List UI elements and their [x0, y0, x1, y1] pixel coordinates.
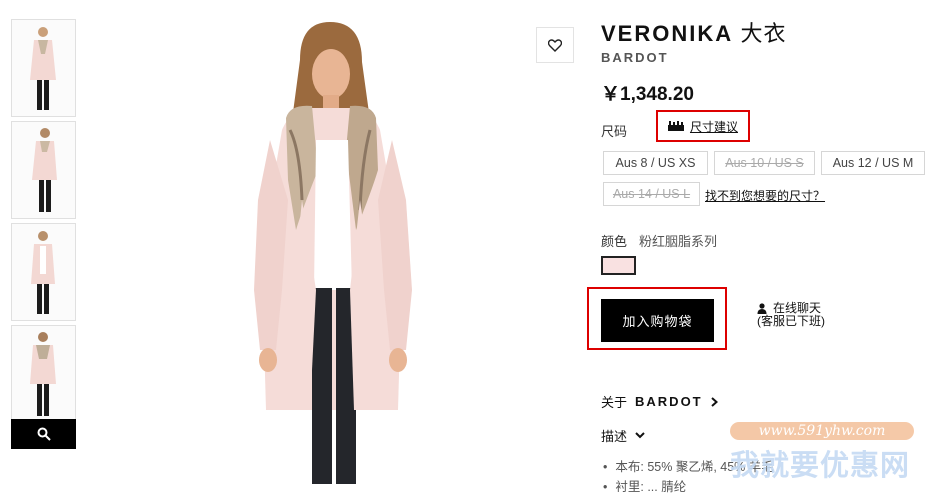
- watermark-url: www.591yhw.com: [730, 422, 914, 440]
- thumbnail-2[interactable]: [11, 121, 76, 219]
- find-size-link[interactable]: 找不到您想要的尺寸？: [705, 187, 825, 204]
- search-icon: [37, 427, 51, 441]
- chevron-right-icon: [710, 396, 718, 407]
- ruler-icon: [667, 121, 684, 131]
- about-brand-link[interactable]: 关于 BARDOT: [601, 392, 718, 411]
- thumbnail-4[interactable]: [11, 325, 76, 423]
- about-prefix: 关于: [601, 395, 628, 410]
- size-guide-label: 尺寸建议: [689, 119, 738, 134]
- size-option-aus10[interactable]: Aus 10 / US S: [714, 151, 815, 175]
- description-label: 描述: [601, 429, 628, 444]
- product-title-cn: 大衣: [740, 21, 787, 46]
- thumbnail-model-image: [12, 20, 75, 116]
- product-price: ￥1,348.20: [601, 84, 694, 105]
- size-option-aus14[interactable]: Aus 14 / US L: [603, 182, 700, 206]
- description-bullet-2: 衬里: ... 腈纶: [603, 476, 686, 495]
- about-brand: BARDOT: [635, 394, 703, 409]
- thumbnail-1[interactable]: [11, 19, 76, 117]
- main-product-image: [230, 0, 460, 484]
- product-brand[interactable]: BARDOT: [601, 50, 669, 65]
- add-to-bag-button[interactable]: 加入购物袋: [601, 299, 714, 342]
- thumbnail-3[interactable]: [11, 223, 76, 321]
- wishlist-button[interactable]: [536, 27, 574, 63]
- color-row: 颜色 粉红胭脂系列: [601, 231, 717, 250]
- thumbnail-model-image: [12, 122, 75, 218]
- color-value: 粉红胭脂系列: [639, 234, 718, 249]
- heart-icon: [548, 38, 562, 52]
- user-icon: [757, 303, 767, 314]
- color-label: 颜色: [601, 234, 628, 249]
- size-label: 尺码: [601, 124, 628, 139]
- chevron-down-icon: [635, 432, 645, 439]
- live-chat-link[interactable]: 在线聊天 (客服已下班): [757, 302, 825, 328]
- product-title: VERONIKA 大衣: [601, 16, 786, 48]
- size-guide-button[interactable]: 尺寸建议: [656, 110, 750, 142]
- description-toggle[interactable]: 描述: [601, 426, 645, 445]
- product-title-en: VERONIKA: [601, 21, 733, 46]
- thumbnail-list: [11, 19, 76, 427]
- thumbnail-model-image: [12, 224, 75, 320]
- chat-status: (客服已下班): [757, 314, 825, 328]
- zoom-button[interactable]: [11, 419, 76, 449]
- size-option-aus8[interactable]: Aus 8 / US XS: [603, 151, 708, 175]
- thumbnail-model-image: [12, 326, 75, 422]
- watermark-text: 我就要优惠网: [730, 450, 911, 482]
- size-option-aus12[interactable]: Aus 12 / US M: [821, 151, 925, 175]
- color-swatch-pink[interactable]: [601, 256, 636, 275]
